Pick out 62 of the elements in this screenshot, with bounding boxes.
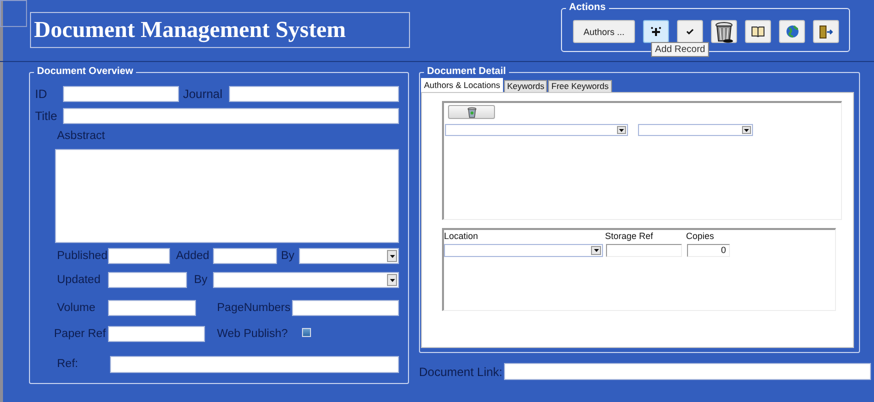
check-icon bbox=[686, 28, 694, 35]
dropdown-field[interactable] bbox=[444, 244, 603, 257]
tab[interactable]: Free Keywords bbox=[548, 80, 612, 92]
text-area[interactable] bbox=[55, 149, 399, 243]
field-label: Ref: bbox=[57, 357, 78, 372]
text-field[interactable] bbox=[292, 300, 399, 316]
delete-button[interactable] bbox=[448, 105, 495, 119]
toolbar-button[interactable] bbox=[745, 20, 771, 43]
door-exit-icon bbox=[819, 24, 833, 38]
column-header: Storage Ref bbox=[605, 230, 654, 242]
text-field[interactable] bbox=[110, 356, 399, 373]
field-label: PageNumbers bbox=[217, 301, 291, 316]
field-label: Published bbox=[57, 249, 108, 264]
caret-icon bbox=[591, 246, 601, 255]
field-label: ID bbox=[35, 86, 47, 102]
toolbar-button[interactable] bbox=[643, 20, 669, 43]
caret-icon bbox=[387, 250, 397, 262]
form-selector[interactable] bbox=[0, 0, 27, 27]
dropdown-field[interactable] bbox=[638, 124, 753, 136]
tab[interactable]: Keywords bbox=[504, 80, 548, 92]
text-field[interactable] bbox=[504, 363, 871, 380]
toolbar-button[interactable] bbox=[813, 20, 839, 43]
text-field[interactable] bbox=[108, 272, 187, 288]
book-icon bbox=[751, 26, 765, 37]
dropdown-field[interactable] bbox=[445, 124, 628, 136]
number-field[interactable]: 0 bbox=[687, 244, 730, 257]
text-field[interactable] bbox=[63, 86, 179, 102]
tab[interactable]: Authors & Locations bbox=[421, 78, 504, 92]
caret-icon bbox=[617, 126, 626, 134]
text-field[interactable] bbox=[213, 248, 277, 264]
dropdown-field[interactable] bbox=[213, 272, 399, 288]
authors-button[interactable]: Authors ... bbox=[573, 20, 635, 43]
caret-icon bbox=[387, 274, 397, 286]
dropdown-field[interactable] bbox=[299, 248, 399, 264]
globe-icon bbox=[786, 25, 798, 38]
column-header: Location bbox=[444, 230, 480, 242]
toolbar-button[interactable] bbox=[711, 20, 737, 43]
field-label: Web Publish? bbox=[217, 327, 288, 342]
text-field[interactable] bbox=[63, 108, 399, 124]
tooltip: Add Record bbox=[651, 42, 710, 57]
text-field[interactable] bbox=[108, 248, 170, 264]
checkbox[interactable] bbox=[302, 328, 311, 337]
field-label: Updated bbox=[57, 273, 100, 288]
field-label: By bbox=[281, 249, 294, 264]
field-label: Volume bbox=[57, 301, 96, 316]
text-field[interactable] bbox=[606, 244, 682, 257]
field-label: Asbstract bbox=[57, 129, 105, 144]
text-field[interactable] bbox=[229, 86, 399, 102]
trash-icon bbox=[714, 20, 734, 42]
field-label: Added bbox=[176, 249, 210, 264]
plus-icon bbox=[650, 26, 662, 38]
caret-icon bbox=[742, 126, 751, 134]
text-field[interactable] bbox=[108, 326, 205, 342]
text-field[interactable] bbox=[108, 300, 196, 316]
field-label: Title bbox=[35, 108, 58, 124]
field-label: Paper Ref bbox=[54, 327, 106, 342]
field-label: Journal bbox=[183, 86, 222, 102]
field-label: By bbox=[194, 273, 208, 288]
bin-icon bbox=[466, 106, 476, 118]
field-label: Document Link: bbox=[419, 364, 504, 380]
window-title: Document Management System bbox=[30, 12, 410, 48]
column-header: Copies bbox=[686, 230, 714, 242]
